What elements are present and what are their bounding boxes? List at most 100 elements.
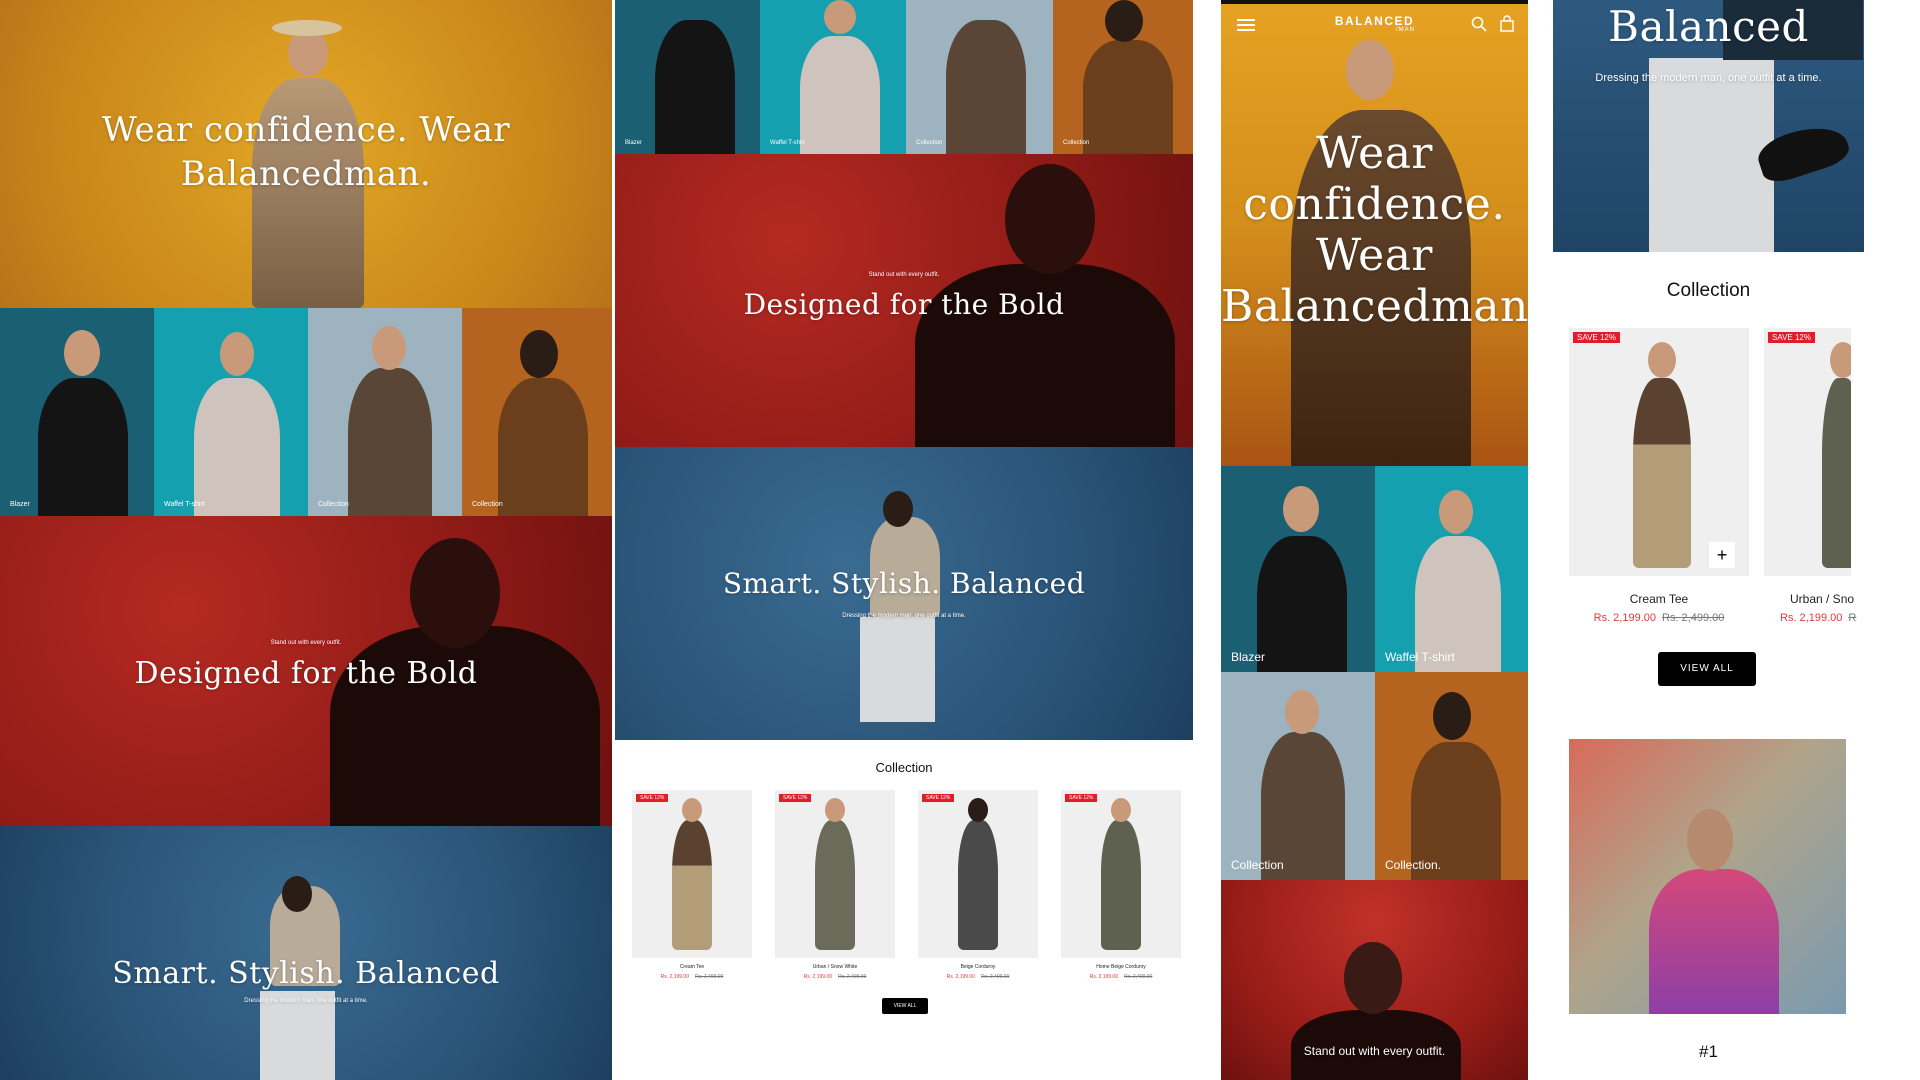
model-head [1105,0,1143,42]
price-old: R [1848,612,1857,624]
mobile-category-waffel[interactable]: Waffel T-shirt [1375,466,1528,672]
bold-title: Designed for the Bold [743,288,1065,321]
mobile-view-all-button[interactable]: VIEW ALL [1658,652,1756,686]
product-model [1633,378,1691,568]
smart-title: Smart. Stylish. Balanced [722,567,1086,600]
mobile-smart-title: Balanced [1608,2,1809,51]
bag-icon[interactable] [1499,15,1515,32]
pedestal [1649,58,1774,252]
price-now: Rs. 2,199.00 [803,974,832,980]
sale-badge: SAVE 12% [636,794,669,802]
price-now: Rs. 2,199.00 [1593,612,1656,624]
model-head [1346,40,1394,100]
category-tile-waffel[interactable]: Waffel T-shirt [154,308,308,516]
category-tile-blazer[interactable]: Blazer [0,308,154,516]
mobile-category-collection-2[interactable]: Collection. [1375,672,1528,880]
model-figure [498,378,588,516]
mobile-smart-banner: Balanced Dressing the modern man, one ou… [1553,0,1864,252]
add-to-cart-button[interactable]: + [1709,542,1735,568]
model-jacket [1649,869,1779,1014]
category-tile-collection-1[interactable]: Collection [308,308,462,516]
model-head [1111,798,1131,822]
price-now: Rs. 2,199.00 [1780,612,1843,624]
category-label: Collection [1063,140,1090,146]
smart-banner: Smart. Stylish. Balanced Dressing the mo… [0,826,612,1080]
model-head [1285,690,1319,734]
price-old: Rs. 2,499.00 [695,974,724,980]
model-head [64,330,100,376]
brand-sub: /MAN [1396,27,1415,33]
hero-title-line2: Balancedman. [180,154,432,194]
top-bar [1221,0,1528,4]
category-tile-collection-1[interactable]: Collection [906,0,1053,154]
mobile-hero-line: Wear [1316,128,1433,179]
smart-subtitle: Dressing the modern man, one outfit at a… [842,613,966,619]
sale-badge: SAVE 12% [1768,332,1815,343]
model-head [883,491,913,527]
category-label: Waffel T-shirt [770,140,805,146]
category-tile-collection-2[interactable]: Collection [1053,0,1193,154]
product-card[interactable]: SAVE 12% [632,790,752,958]
mobile-category-blazer[interactable]: Blazer [1221,466,1375,672]
mobile-product-card[interactable]: SAVE 12% + [1569,328,1749,576]
smart-title: Smart. Stylish. Balanced [112,956,500,991]
bold-banner: Stand out with every outfit. Designed fo… [0,516,612,826]
sale-badge: SAVE 12% [779,794,812,802]
mobile-product-card[interactable]: SAVE 12% [1764,328,1851,576]
model-head [824,0,856,34]
model-head [520,330,558,378]
price-old: Rs. 2,499.00 [838,974,867,980]
mobile-bold-banner: Stand out with every outfit. [1221,880,1528,1080]
price-old: Rs. 2,499.00 [1662,612,1725,624]
category-label: Blazer [10,501,30,508]
collection-section: Collection SAVE 12% SAVE 12% SAVE 12% SA… [615,740,1193,1080]
collection-title: Collection [875,760,933,775]
model-figure [194,378,280,516]
model-head [1648,342,1676,378]
product-card[interactable]: SAVE 12% [775,790,895,958]
category-tile-collection-2[interactable]: Collection [462,308,612,516]
mobile-smart-subtitle: Dressing the modern man, one outfit at a… [1595,72,1822,84]
sale-badge: SAVE 12% [1573,332,1620,343]
model-figure [800,36,880,154]
product-model [1822,378,1851,568]
mobile-hero: BALANCED /MAN Wear confidence. Wear Bala… [1221,0,1528,466]
search-icon[interactable] [1471,16,1487,32]
product-card[interactable]: SAVE 12% [1061,790,1181,958]
feature-image[interactable] [1569,739,1846,1014]
price-old: Rs. 2,499.00 [1124,974,1153,980]
model-head [220,332,254,376]
mobile-category-collection-1[interactable]: Collection [1221,672,1375,880]
category-tile-blazer[interactable]: Blazer [615,0,760,154]
feature-number: #1 [1699,1042,1718,1061]
model-head [1433,692,1471,740]
model-head [1344,942,1402,1014]
mobile-hero-line: confidence. [1243,179,1506,230]
model-head [1283,486,1319,532]
category-tile-waffel[interactable]: Waffel T-shirt [760,0,906,154]
price-now: Rs. 2,199.00 [946,974,975,980]
product-model [958,820,998,950]
bold-eyebrow: Stand out with every outfit. [270,640,342,646]
product-price: Rs. 2,199.00 Rs. 2,499.00 [918,974,1038,980]
category-label: Collection [1231,858,1284,872]
product-name: Urban / Snow White [812,964,858,970]
category-label: Collection [318,501,349,508]
pedestal [860,617,935,722]
mobile-stand-out: Stand out with every outfit. [1303,1044,1446,1058]
model-figure [655,20,735,154]
model-head [282,876,312,912]
model-head [1005,164,1095,274]
view-all-button[interactable]: VIEW ALL [882,998,928,1014]
product-price: Rs. 2,199.00 Rs. 2,499.00 [1061,974,1181,980]
model-head [372,326,406,370]
bold-eyebrow: Stand out with every outfit. [868,272,940,278]
mobile-hero-line: Wear [1316,230,1433,281]
category-label: Collection [472,501,503,508]
mobile-collection-title: Collection [1666,280,1751,301]
model-head [1439,490,1473,534]
hero-title-line1: Wear confidence. Wear [101,110,511,150]
product-card[interactable]: SAVE 12% [918,790,1038,958]
category-label: Waffel T-shirt [1385,650,1455,664]
product-model [815,820,855,950]
